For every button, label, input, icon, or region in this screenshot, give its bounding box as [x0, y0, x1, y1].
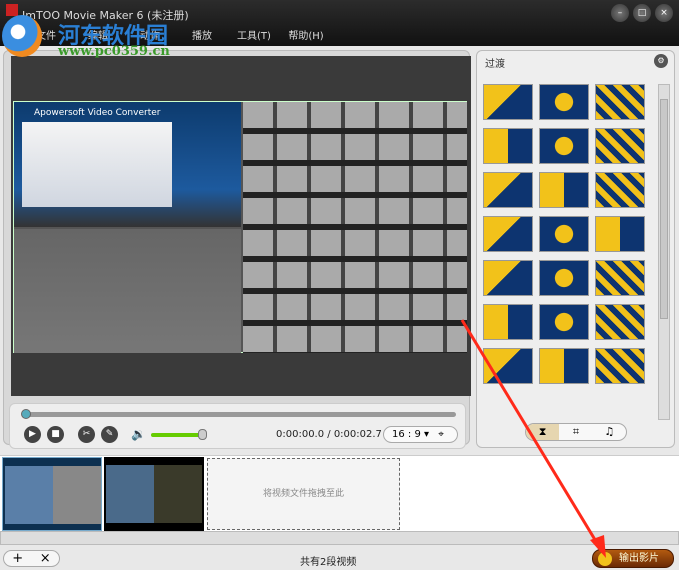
stop-icon[interactable]: ■	[47, 426, 64, 443]
transition-tile[interactable]	[483, 172, 533, 208]
transition-icon[interactable]: ⧗	[526, 424, 560, 440]
play-icon[interactable]: ▶	[24, 426, 41, 443]
transition-tile[interactable]	[483, 260, 533, 296]
volume-icon[interactable]: 🔉	[131, 427, 146, 441]
video-preview: Apowersoft Video Converter	[11, 56, 471, 396]
watermark-logo	[2, 15, 42, 57]
transition-tile[interactable]	[483, 348, 533, 384]
volume-thumb[interactable]	[198, 429, 207, 440]
time-display: 0:00:00.0 / 0:00:02.7	[276, 429, 382, 440]
panel-title: 过渡	[485, 59, 505, 70]
transition-tile[interactable]	[483, 216, 533, 252]
playback-controls: ▶ ■ ✂ ✎ 🔉 0:00:00.0 / 0:00:02.7 16 : 9 ▾…	[9, 403, 466, 449]
crop-icon[interactable]: ⌗	[559, 424, 592, 440]
clip-count: 共有2段视频	[300, 557, 357, 568]
transition-tile[interactable]	[595, 260, 645, 296]
transition-tile[interactable]	[483, 128, 533, 164]
edit-icon[interactable]: ✎	[101, 426, 118, 443]
remove-button[interactable]: ×	[32, 551, 60, 566]
horizontal-scrollbar[interactable]	[0, 531, 679, 545]
seek-bar[interactable]	[21, 409, 456, 419]
transitions-panel: 过渡 ⚙ ⧗ ⌗ ♫	[476, 50, 675, 448]
aspect-ratio-value: 16 : 9	[392, 429, 421, 440]
transition-tile[interactable]	[539, 304, 589, 340]
transition-tile[interactable]	[595, 348, 645, 384]
maximize-button[interactable]: □	[633, 4, 651, 22]
crosshair-icon[interactable]: ⌖	[438, 429, 444, 440]
minimize-button[interactable]: –	[611, 4, 629, 22]
transition-tile[interactable]	[539, 216, 589, 252]
film-reel-icon	[598, 552, 612, 566]
export-label: 输出影片	[619, 553, 659, 564]
preview-panel: Apowersoft Video Converter ▶ ■ ✂ ✎ 🔉 0:0…	[3, 50, 471, 449]
transition-tile[interactable]	[595, 84, 645, 120]
vertical-scrollbar[interactable]	[658, 84, 670, 420]
seek-thumb[interactable]	[21, 409, 31, 419]
timeline: 将视频文件拖拽至此	[0, 455, 679, 531]
drop-zone[interactable]: 将视频文件拖拽至此	[207, 458, 400, 530]
transition-grid	[483, 84, 655, 384]
transition-tile[interactable]	[595, 128, 645, 164]
transition-tile[interactable]	[539, 128, 589, 164]
clip-thumbnail[interactable]	[104, 457, 204, 531]
watermark-url: www.pc0359.cn	[58, 44, 170, 59]
transition-tile[interactable]	[483, 304, 533, 340]
add-button[interactable]: +	[4, 551, 32, 566]
video-caption: Apowersoft Video Converter	[34, 108, 161, 118]
volume-slider[interactable]	[151, 433, 203, 437]
transition-tile[interactable]	[539, 84, 589, 120]
transition-tile[interactable]	[483, 84, 533, 120]
transition-tile[interactable]	[539, 172, 589, 208]
transition-tile[interactable]	[595, 216, 645, 252]
snip-icon[interactable]: ✂	[78, 426, 95, 443]
transition-tile[interactable]	[595, 304, 645, 340]
settings-icon[interactable]: ⚙	[654, 54, 668, 68]
music-icon[interactable]: ♫	[593, 424, 626, 440]
transition-tile[interactable]	[539, 260, 589, 296]
menu-tools[interactable]: 工具(T)	[228, 27, 280, 42]
clip-thumbnail[interactable]	[2, 457, 102, 531]
menu-help[interactable]: 帮助(H)	[280, 27, 332, 42]
close-button[interactable]: ×	[655, 4, 673, 22]
watermark: 河东软件园 www.pc0359.cn	[0, 10, 220, 60]
aspect-ratio-select[interactable]: 16 : 9 ▾ ⌖	[383, 426, 458, 443]
transition-tile[interactable]	[595, 172, 645, 208]
transition-tile[interactable]	[539, 348, 589, 384]
export-button[interactable]: 输出影片	[592, 549, 674, 568]
